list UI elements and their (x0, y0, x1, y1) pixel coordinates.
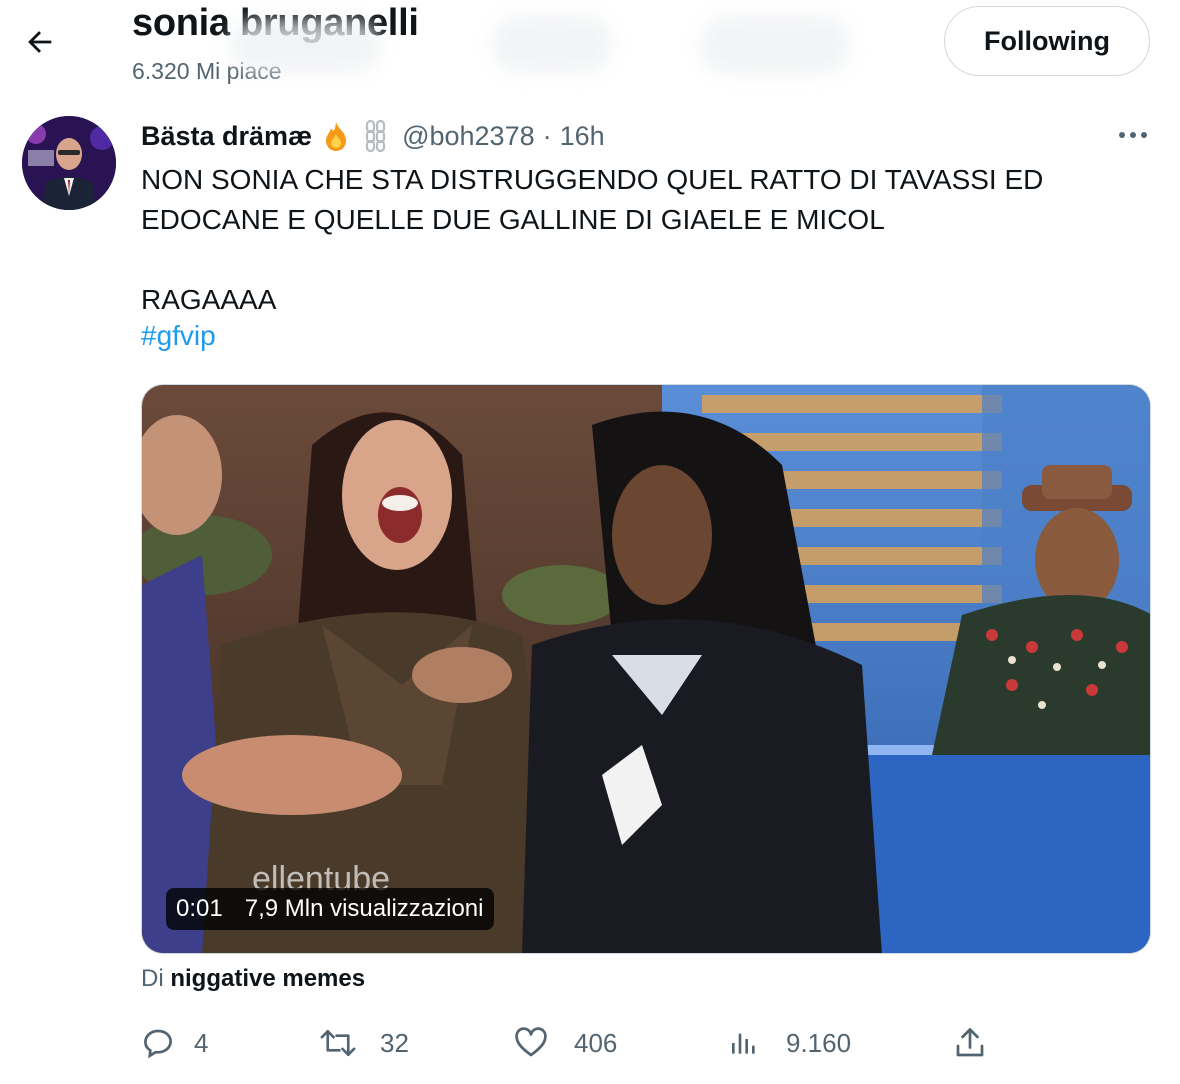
blurred-header-element (492, 16, 612, 72)
video-frame: ellentube (142, 385, 1150, 953)
hashtag-link[interactable]: #gfvip (141, 320, 216, 352)
fire-icon (326, 122, 347, 151)
views-count: 9.160 (786, 1027, 852, 1058)
like-count: 406 (574, 1027, 618, 1058)
retweet-button[interactable]: 32 (316, 1020, 409, 1066)
retweet-icon (320, 1029, 356, 1057)
tweet-time[interactable]: 16h (560, 121, 605, 152)
more-icon (1119, 132, 1147, 138)
blurred-header-element (230, 20, 380, 72)
retweet-count: 32 (380, 1027, 409, 1058)
reply-count: 4 (194, 1027, 209, 1058)
following-button[interactable]: Following (944, 6, 1150, 76)
author-row: Bästa drämæ @boh2378 · 16h (141, 118, 605, 154)
video-info-badge: 0:01 7,9 Mln visualizzazioni (166, 888, 494, 930)
share-button[interactable] (952, 1020, 988, 1066)
blurred-header-element (700, 16, 850, 74)
views-button[interactable]: 9.160 (728, 1020, 851, 1066)
tweet-text-line: RAGAAAA (141, 284, 277, 315)
source-name[interactable]: niggative memes (170, 965, 365, 992)
reply-icon (144, 1029, 172, 1059)
tweet-text: NON SONIA CHE STA DISTRUGGENDO QUEL RATT… (141, 160, 1141, 320)
heart-icon (515, 1027, 547, 1057)
avatar[interactable] (22, 116, 116, 210)
arrow-left-icon (28, 31, 52, 53)
author-handle[interactable]: @boh2378 (402, 121, 535, 152)
tweet-text-line (141, 240, 1141, 280)
back-button[interactable] (14, 18, 66, 66)
separator-dot: · (542, 120, 552, 151)
analytics-icon (732, 1033, 755, 1054)
source-prefix: Di (141, 965, 164, 992)
more-options-button[interactable] (1108, 118, 1158, 152)
share-icon (956, 1028, 984, 1057)
video-views: 7,9 Mln visualizzazioni (244, 895, 484, 922)
tweet-text-line: EDOCANE E QUELLE DUE GALLINE DI GIAELE E… (141, 204, 885, 235)
author-name[interactable]: Bästa drämæ (141, 121, 312, 152)
video-time: 0:01 (176, 895, 223, 922)
chain-icon (365, 119, 386, 153)
video-player[interactable]: ellentube (141, 384, 1151, 954)
tweet-text-line: NON SONIA CHE STA DISTRUGGENDO QUEL RATT… (141, 164, 1044, 195)
like-button[interactable]: 406 (512, 1020, 617, 1066)
reply-button[interactable]: 4 (140, 1020, 208, 1066)
video-source: Di niggative memes (141, 965, 365, 993)
